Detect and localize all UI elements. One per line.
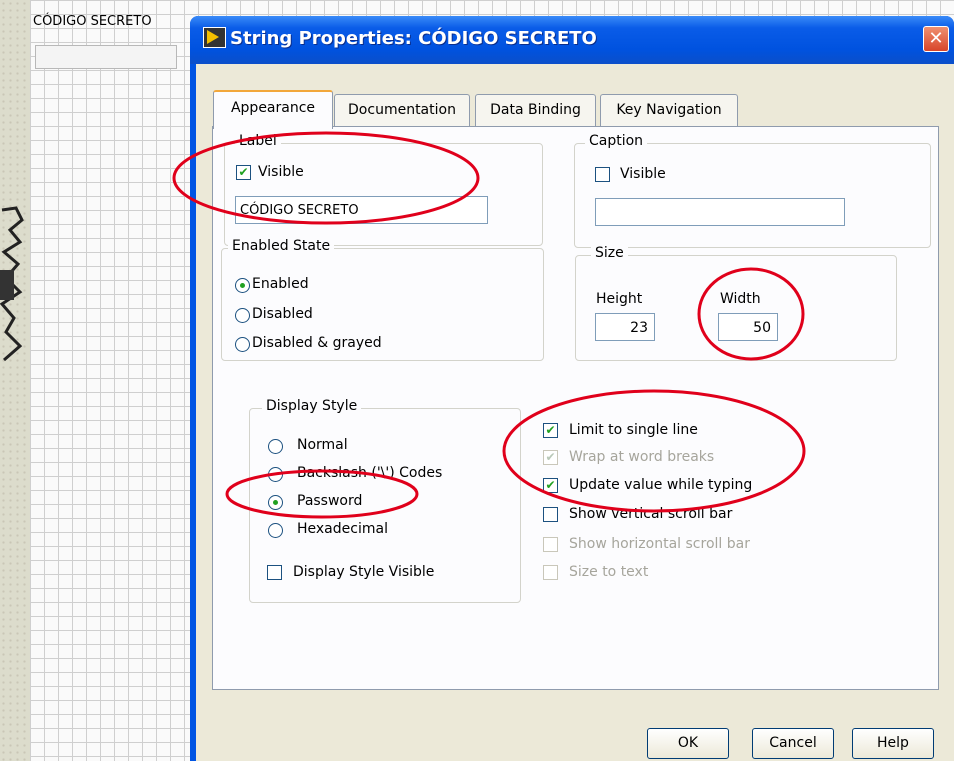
control-label: CÓDIGO SECRETO [33, 14, 152, 29]
dialog-client-area: Appearance Documentation Data Binding Ke… [196, 64, 954, 761]
caption-text-input[interactable] [595, 198, 845, 226]
appearance-panel: Label ✔ Visible CÓDIGO SECRETO Caption V… [212, 126, 939, 690]
radio-hexadecimal[interactable] [268, 523, 283, 538]
tab-documentation[interactable]: Documentation [334, 94, 470, 126]
size-group: Size [575, 245, 897, 361]
partial-decoration-icon [0, 206, 24, 362]
label-visible-text: Visible [258, 164, 304, 180]
radio-password-label: Password [297, 493, 363, 509]
tab-data-binding[interactable]: Data Binding [475, 94, 596, 126]
size-group-title: Size [591, 245, 628, 261]
label-group: Label [224, 133, 543, 246]
radio-normal-label: Normal [297, 437, 348, 453]
caption-visible-text: Visible [620, 166, 666, 182]
wrap-word-breaks-checkbox: ✔ [543, 450, 558, 465]
string-properties-dialog: String Properties: CÓDIGO SECRETO ✕ Appe… [190, 16, 954, 761]
panel-margin [0, 0, 30, 761]
radio-password[interactable] [268, 495, 283, 510]
dialog-title: String Properties: CÓDIGO SECRETO [230, 28, 597, 49]
radio-hexadecimal-label: Hexadecimal [297, 521, 388, 537]
width-label: Width [720, 291, 761, 307]
cancel-button[interactable]: Cancel [752, 728, 834, 759]
close-icon[interactable]: ✕ [923, 26, 949, 52]
show-horizontal-scrollbar-checkbox [543, 537, 558, 552]
title-bar[interactable]: String Properties: CÓDIGO SECRETO ✕ [190, 16, 954, 64]
radio-backslash-codes[interactable] [268, 467, 283, 482]
show-horizontal-scrollbar-label: Show horizontal scroll bar [569, 536, 750, 552]
radio-enabled-label: Enabled [252, 276, 309, 292]
limit-single-line-checkbox[interactable]: ✔ [543, 423, 558, 438]
limit-single-line-label: Limit to single line [569, 422, 698, 438]
wrap-word-breaks-label: Wrap at word breaks [569, 449, 715, 465]
string-control[interactable] [35, 45, 177, 69]
display-style-visible-label: Display Style Visible [293, 564, 435, 580]
tab-appearance[interactable]: Appearance [213, 90, 333, 129]
help-button[interactable]: Help [852, 728, 934, 759]
check-icon: ✔ [545, 478, 556, 492]
show-vertical-scrollbar-label: Show vertical scroll bar [569, 506, 733, 522]
radio-normal[interactable] [268, 439, 283, 454]
display-style-visible-checkbox[interactable] [267, 565, 282, 580]
radio-enabled[interactable] [235, 278, 250, 293]
check-icon: ✔ [545, 450, 556, 464]
enabled-state-title: Enabled State [228, 238, 335, 254]
tab-key-navigation[interactable]: Key Navigation [600, 94, 738, 126]
update-while-typing-label: Update value while typing [569, 477, 753, 493]
radio-disabled[interactable] [235, 308, 250, 323]
width-input[interactable]: 50 [718, 313, 778, 341]
caption-group-title: Caption [585, 133, 648, 149]
labview-vi-icon [203, 27, 226, 48]
check-icon: ✔ [545, 423, 556, 437]
check-icon: ✔ [238, 165, 249, 179]
height-input[interactable]: 23 [595, 313, 655, 341]
radio-disabled-grayed[interactable] [235, 337, 250, 352]
label-visible-checkbox[interactable]: ✔ [236, 165, 251, 180]
radio-backslash-codes-label: Backslash ('\') Codes [297, 465, 443, 481]
radio-disabled-grayed-label: Disabled & grayed [252, 335, 382, 351]
caption-visible-checkbox[interactable] [595, 167, 610, 182]
caption-group: Caption [574, 133, 931, 248]
size-to-text-label: Size to text [569, 564, 649, 580]
size-to-text-checkbox [543, 565, 558, 580]
ok-button[interactable]: OK [647, 728, 729, 759]
label-group-title: Label [235, 133, 281, 149]
update-while-typing-checkbox[interactable]: ✔ [543, 478, 558, 493]
height-label: Height [596, 291, 643, 307]
label-text-input[interactable]: CÓDIGO SECRETO [235, 196, 488, 224]
display-style-title: Display Style [262, 398, 362, 414]
radio-disabled-label: Disabled [252, 306, 313, 322]
show-vertical-scrollbar-checkbox[interactable] [543, 507, 558, 522]
